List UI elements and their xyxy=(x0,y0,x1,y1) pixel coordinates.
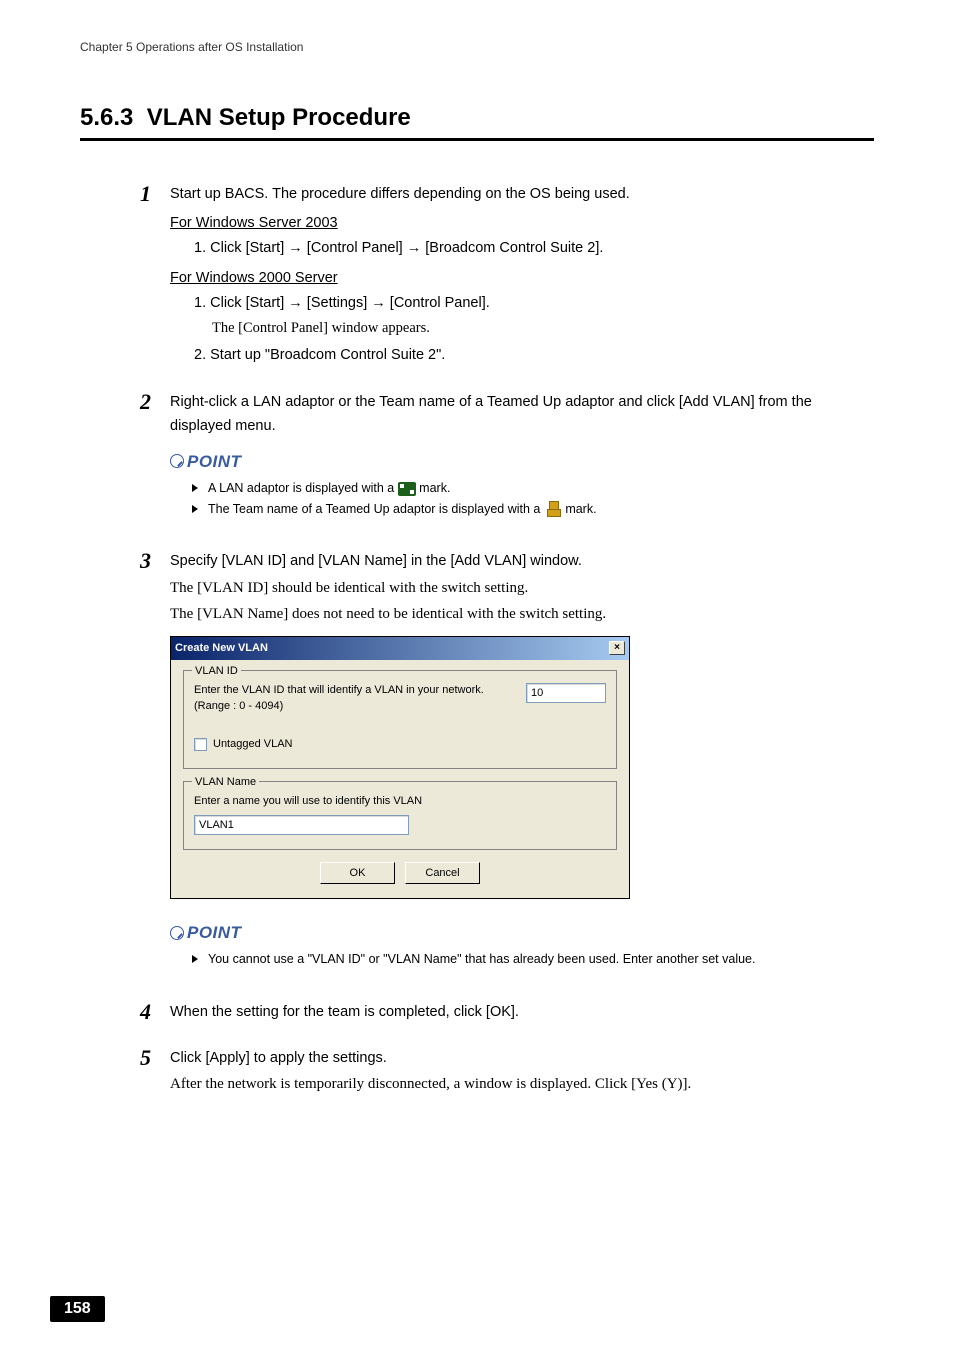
point-label: POINT xyxy=(187,919,241,946)
step-number: 4 xyxy=(140,999,170,1025)
vlan-id-group-label: VLAN ID xyxy=(192,663,241,681)
step-2-text: Right-click a LAN adaptor or the Team na… xyxy=(170,391,874,437)
lan-adaptor-icon xyxy=(398,482,416,496)
step-2: 2 Right-click a LAN adaptor or the Team … xyxy=(80,389,874,528)
step-number: 5 xyxy=(140,1045,170,1098)
team-adaptor-icon xyxy=(544,501,562,517)
step-4: 4 When the setting for the team is compl… xyxy=(80,999,874,1025)
point-icon xyxy=(170,926,184,940)
point-block: POINT A LAN adaptor is displayed with a … xyxy=(170,448,874,519)
vlan-name-input[interactable] xyxy=(194,815,409,835)
section-name: VLAN Setup Procedure xyxy=(147,104,411,131)
untagged-vlan-label: Untagged VLAN xyxy=(213,736,293,754)
section-number: 5.6.3 xyxy=(80,104,133,131)
vlan-name-group-label: VLAN Name xyxy=(192,774,259,792)
point-label: POINT xyxy=(187,448,241,475)
step-3: 3 Specify [VLAN ID] and [VLAN Name] in t… xyxy=(80,548,874,978)
win2003-item-1: 1. Click [Start] → [Control Panel] → [Br… xyxy=(194,237,874,260)
dialog-close-button[interactable]: × xyxy=(609,641,625,655)
dialog-title: Create New VLAN xyxy=(175,640,268,658)
triangle-icon xyxy=(192,955,198,963)
step-3-note-1: The [VLAN ID] should be identical with t… xyxy=(170,576,874,600)
ok-button[interactable]: OK xyxy=(320,862,395,884)
step-3-note-2: The [VLAN Name] does not need to be iden… xyxy=(170,602,874,626)
create-vlan-dialog: Create New VLAN × VLAN ID Enter the VLAN… xyxy=(170,636,630,899)
section-title: 5.6.3 VLAN Setup Procedure xyxy=(80,104,874,141)
heading-win2003: For Windows Server 2003 xyxy=(170,212,874,235)
point-item: You cannot use a "VLAN ID" or "VLAN Name… xyxy=(192,950,874,969)
vlan-id-input[interactable] xyxy=(526,683,606,703)
vlan-name-description: Enter a name you will use to identify th… xyxy=(194,794,606,809)
chapter-header: Chapter 5 Operations after OS Installati… xyxy=(80,40,874,54)
point-text-3: You cannot use a "VLAN ID" or "VLAN Name… xyxy=(208,950,755,969)
cancel-button[interactable]: Cancel xyxy=(405,862,480,884)
point-text-1b: mark. xyxy=(416,481,451,495)
heading-win2000: For Windows 2000 Server xyxy=(170,267,874,290)
point-item: A LAN adaptor is displayed with a mark. xyxy=(192,479,874,498)
vlan-id-groupbox: VLAN ID Enter the VLAN ID that will iden… xyxy=(183,670,617,768)
point-icon xyxy=(170,454,184,468)
triangle-icon xyxy=(192,505,198,513)
point-text-1a: A LAN adaptor is displayed with a xyxy=(208,481,398,495)
triangle-icon xyxy=(192,484,198,492)
step-5-text: Click [Apply] to apply the settings. xyxy=(170,1047,874,1070)
vlan-id-description: Enter the VLAN ID that will identify a V… xyxy=(194,683,506,714)
point-block: POINT You cannot use a "VLAN ID" or "VLA… xyxy=(170,919,874,969)
win2000-note-1: The [Control Panel] window appears. xyxy=(194,317,874,340)
step-number: 1 xyxy=(140,181,170,369)
step-3-text: Specify [VLAN ID] and [VLAN Name] in the… xyxy=(170,550,874,573)
point-text-2a: The Team name of a Teamed Up adaptor is … xyxy=(208,502,544,516)
page-number: 158 xyxy=(50,1296,105,1322)
step-5-note: After the network is temporarily disconn… xyxy=(170,1072,874,1096)
step-5: 5 Click [Apply] to apply the settings. A… xyxy=(80,1045,874,1098)
win2000-item-2: 2. Start up "Broadcom Control Suite 2". xyxy=(194,344,874,367)
vlan-name-groupbox: VLAN Name Enter a name you will use to i… xyxy=(183,781,617,850)
step-number: 3 xyxy=(140,548,170,978)
step-1-text: Start up BACS. The procedure differs dep… xyxy=(170,183,874,206)
point-item: The Team name of a Teamed Up adaptor is … xyxy=(192,500,874,519)
step-1: 1 Start up BACS. The procedure differs d… xyxy=(80,181,874,369)
step-number: 2 xyxy=(140,389,170,528)
dialog-titlebar: Create New VLAN × xyxy=(171,637,629,661)
point-text-2b: mark. xyxy=(562,502,597,516)
untagged-vlan-checkbox[interactable] xyxy=(194,738,207,751)
step-4-text: When the setting for the team is complet… xyxy=(170,1001,874,1024)
win2000-item-1: 1. Click [Start] → [Settings] → [Control… xyxy=(194,292,874,315)
